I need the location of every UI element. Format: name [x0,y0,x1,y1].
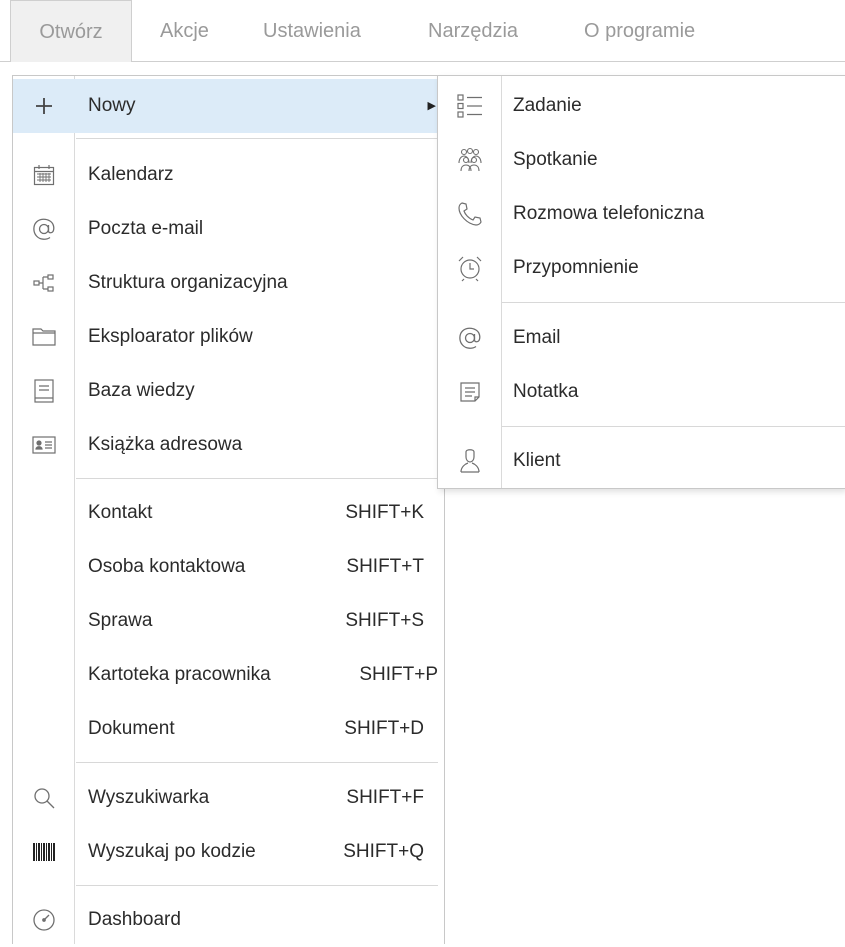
menu-item-document[interactable]: Dokument SHIFT+D [13,702,444,756]
note-icon [438,365,502,419]
menu-item-address-book[interactable]: Książka adresowa [13,418,444,472]
alarm-clock-icon [438,241,502,295]
tab-otworz[interactable]: Otwórz [10,0,132,62]
menu-item-dashboard[interactable]: Dashboard [13,893,444,947]
submenu-item-email[interactable]: Email [438,311,845,365]
menu-item-calendar[interactable]: Kalendarz [13,148,444,202]
menu-item-label: Kartoteka pracownika [88,664,271,685]
new-submenu: Zadanie Spotkanie Rozmowa telefoniczna P… [437,75,845,489]
menu-item-org-structure[interactable]: Struktura organizacyjna [13,256,444,310]
menu-item-knowledge-base[interactable]: Baza wiedzy [13,364,444,418]
plus-icon [13,79,75,133]
menu-item-search-by-code[interactable]: Wyszukaj po kodzie SHIFT+Q [13,825,444,879]
open-menu-dropdown: Nowy ▶ Kalendarz Poczta e-mail Struktura… [12,75,445,944]
menu-separator [76,762,438,763]
tab-akcje[interactable]: Akcje [160,0,209,62]
phone-icon [438,187,502,241]
submenu-item-label: Zadanie [513,95,582,116]
knowledge-base-icon [13,364,75,418]
submenu-item-label: Email [513,327,561,348]
at-icon [438,311,502,365]
submenu-item-meeting[interactable]: Spotkanie [438,133,845,187]
submenu-item-phone-call[interactable]: Rozmowa telefoniczna [438,187,845,241]
submenu-separator [502,426,845,427]
submenu-item-label: Spotkanie [513,149,598,170]
folder-icon [13,310,75,364]
menu-item-new[interactable]: Nowy ▶ [13,79,444,133]
tab-narzedzia[interactable]: Narzędzia [428,0,518,62]
menu-item-label: Nowy [88,95,136,116]
menu-item-label: Baza wiedzy [88,380,195,401]
tab-ustawienia[interactable]: Ustawienia [263,0,361,62]
shortcut-label: SHIFT+P [359,664,438,685]
submenu-item-label: Rozmowa telefoniczna [513,203,705,224]
person-icon [438,434,502,488]
submenu-item-note[interactable]: Notatka [438,365,845,419]
menu-separator [76,138,438,139]
submenu-separator [502,302,845,303]
shortcut-label: SHIFT+S [345,610,424,631]
shortcut-label: SHIFT+T [346,556,424,577]
menu-item-employee-file[interactable]: Kartoteka pracownika SHIFT+P [13,648,444,702]
menu-item-email[interactable]: Poczta e-mail [13,202,444,256]
submenu-item-client[interactable]: Klient [438,434,845,488]
menu-item-label: Kalendarz [88,164,174,185]
barcode-icon [13,825,75,879]
menu-item-label: Kontakt [88,502,153,523]
at-icon [13,202,75,256]
tab-o-programie[interactable]: O programie [584,0,695,62]
menu-item-label: Wyszukaj po kodzie [88,841,256,862]
menu-separator [76,885,438,886]
menu-bar: Otwórz Akcje Ustawienia Narzędzia O prog… [0,0,845,62]
menu-item-contact-person[interactable]: Osoba kontaktowa SHIFT+T [13,540,444,594]
menu-item-label: Sprawa [88,610,153,631]
menu-item-label: Eksploarator plików [88,326,253,347]
menu-separator [76,478,438,479]
submenu-item-label: Klient [513,450,561,471]
shortcut-label: SHIFT+K [345,502,424,523]
menu-item-label: Osoba kontaktowa [88,556,246,577]
menu-item-case[interactable]: Sprawa SHIFT+S [13,594,444,648]
gauge-icon [13,893,75,947]
menu-item-search[interactable]: Wyszukiwarka SHIFT+F [13,771,444,825]
org-structure-icon [13,256,75,310]
menu-item-contact[interactable]: Kontakt SHIFT+K [13,486,444,540]
menu-item-file-explorer[interactable]: Eksploarator plików [13,310,444,364]
people-icon [438,133,502,187]
menu-item-label: Dokument [88,718,175,739]
menu-item-label: Dashboard [88,909,181,930]
menu-item-label: Wyszukiwarka [88,787,210,808]
menu-item-label: Książka adresowa [88,434,243,455]
shortcut-label: SHIFT+Q [343,841,424,862]
calendar-icon [13,148,75,202]
shortcut-label: SHIFT+D [344,718,424,739]
shortcut-label: SHIFT+F [346,787,424,808]
menu-item-label: Struktura organizacyjna [88,272,288,293]
address-book-icon [13,418,75,472]
submenu-item-label: Przypomnienie [513,257,639,278]
submenu-item-label: Notatka [513,381,579,402]
search-icon [13,771,75,825]
submenu-item-reminder[interactable]: Przypomnienie [438,241,845,295]
submenu-arrow-icon: ▶ [427,100,436,112]
submenu-item-task[interactable]: Zadanie [438,79,845,133]
menu-item-label: Poczta e-mail [88,218,204,239]
task-list-icon [438,79,502,133]
